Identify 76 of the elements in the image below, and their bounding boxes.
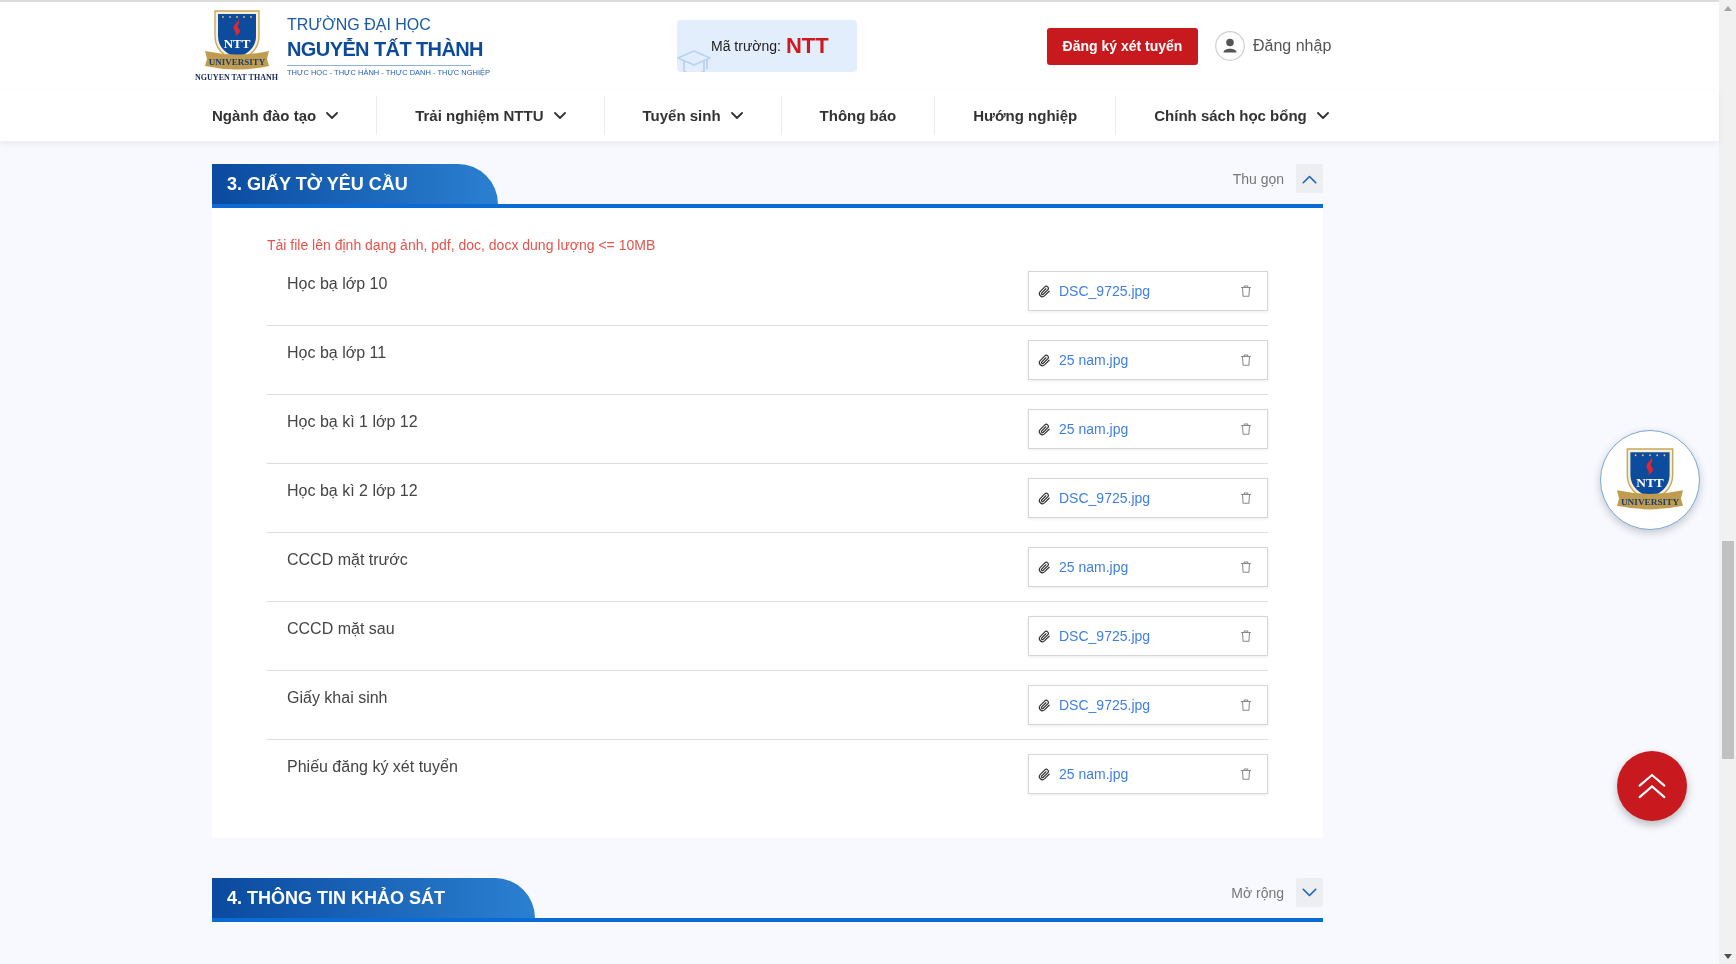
file-field[interactable]: 25 nam.jpg — [1028, 754, 1268, 794]
document-label: CCCD mặt trước — [286, 550, 408, 569]
school-code-value: NTT — [785, 33, 829, 59]
file-field[interactable]: DSC_9725.jpg — [1028, 478, 1268, 518]
scrollbar[interactable] — [1719, 0, 1736, 964]
file-field[interactable]: 25 nam.jpg — [1028, 547, 1268, 587]
scroll-up-arrow-icon[interactable] — [1723, 6, 1732, 11]
document-label: Phiếu đăng ký xét tuyển — [286, 757, 458, 776]
file-name-link[interactable]: 25 nam.jpg — [1059, 421, 1129, 437]
file-name-link[interactable]: DSC_9725.jpg — [1059, 283, 1151, 299]
trash-icon[interactable] — [1239, 491, 1253, 505]
school-code-label: Mã trường: — [711, 38, 781, 54]
brand-subtitle: TRƯỜNG ĐẠI HỌC — [287, 14, 431, 34]
nav-menu-item[interactable]: Tuyển sinh — [603, 96, 781, 135]
scroll-down-arrow-icon[interactable] — [1723, 954, 1732, 959]
document-label: Giấy khai sinh — [286, 688, 388, 707]
floating-logo-button[interactable]: NTT UNIVERSITY — [1600, 430, 1700, 530]
paperclip-icon — [1038, 629, 1051, 643]
file-name-link[interactable]: DSC_9725.jpg — [1059, 628, 1151, 644]
login-link[interactable]: Đăng nhập — [1215, 31, 1332, 61]
paperclip-icon — [1038, 284, 1051, 298]
trash-icon[interactable] — [1239, 767, 1253, 781]
expand-button[interactable] — [1296, 878, 1323, 907]
trash-icon[interactable] — [1239, 629, 1253, 643]
section-heading: 4. THÔNG TIN KHẢO SÁT — [212, 878, 535, 918]
logo-monogram: NTT — [223, 36, 250, 51]
double-chevron-up-icon — [1637, 772, 1667, 800]
document-label: Học bạ kì 2 lớp 12 — [286, 481, 418, 500]
scroll-top-button[interactable] — [1617, 751, 1687, 821]
logo-ribbon-text: UNIVERSITY — [208, 57, 265, 67]
nav-menu-item[interactable]: Thông báo — [780, 96, 935, 135]
collapse-button[interactable] — [1296, 164, 1323, 193]
brand-name: NGUYỄN TẤT THÀNH — [287, 36, 483, 62]
paperclip-icon — [1038, 560, 1051, 574]
paperclip-icon — [1038, 353, 1051, 367]
chevron-up-icon — [1302, 173, 1317, 184]
section-heading: 3. GIẤY TỜ YÊU CẦU — [212, 164, 498, 204]
nav-menu-item[interactable]: Hướng nghiệp — [934, 96, 1116, 135]
nav-menu-item[interactable]: Ngành đào tạo — [212, 96, 377, 135]
logo-caption: NGUYEN TAT THANH — [195, 73, 278, 83]
user-avatar-icon — [1215, 31, 1245, 61]
paperclip-icon — [1038, 491, 1051, 505]
file-name-link[interactable]: DSC_9725.jpg — [1059, 490, 1151, 506]
trash-icon[interactable] — [1239, 422, 1253, 436]
upload-note: Tải file lên định dạng ảnh, pdf, doc, docx dung lượng <= 10MB — [267, 238, 657, 252]
toggle-label[interactable]: Mở rộng — [1231, 884, 1284, 901]
toggle-label[interactable]: Thu gọn — [1232, 170, 1284, 187]
trash-icon[interactable] — [1239, 698, 1253, 712]
file-field[interactable]: DSC_9725.jpg — [1028, 271, 1268, 311]
document-label: CCCD mặt sau — [286, 619, 395, 638]
file-name-link[interactable]: 25 nam.jpg — [1059, 352, 1129, 368]
file-field[interactable]: DSC_9725.jpg — [1028, 685, 1268, 725]
paperclip-icon — [1038, 422, 1051, 436]
chevron-down-icon — [1302, 887, 1317, 898]
document-label: Học bạ lớp 11 — [286, 343, 387, 362]
paperclip-icon — [1038, 767, 1051, 781]
file-name-link[interactable]: 25 nam.jpg — [1059, 766, 1129, 782]
scrollbar-thumb[interactable] — [1721, 541, 1734, 759]
file-name-link[interactable]: DSC_9725.jpg — [1059, 697, 1151, 713]
paperclip-icon — [1038, 698, 1051, 712]
logo-ribbon-text: UNIVERSITY — [1620, 496, 1680, 507]
document-label: Học bạ kì 1 lớp 12 — [286, 412, 418, 431]
nav-menu-item[interactable]: Chính sách học bổng — [1115, 96, 1329, 135]
register-button[interactable]: Đăng ký xét tuyển — [1047, 27, 1198, 65]
ribbon-banner-icon — [1617, 490, 1683, 510]
trash-icon[interactable] — [1239, 560, 1253, 574]
ribbon-banner-icon — [204, 51, 269, 70]
nav-menu-item[interactable]: Trải nghiệm NTTU — [376, 96, 604, 135]
trash-icon[interactable] — [1239, 353, 1253, 367]
file-name-link[interactable]: 25 nam.jpg — [1059, 559, 1129, 575]
file-field[interactable]: DSC_9725.jpg — [1028, 616, 1268, 656]
file-field[interactable]: 25 nam.jpg — [1028, 409, 1268, 449]
document-label: Học bạ lớp 10 — [286, 274, 388, 293]
file-field[interactable]: 25 nam.jpg — [1028, 340, 1268, 380]
logo-monogram: NTT — [1636, 475, 1664, 491]
trash-icon[interactable] — [1239, 284, 1253, 298]
